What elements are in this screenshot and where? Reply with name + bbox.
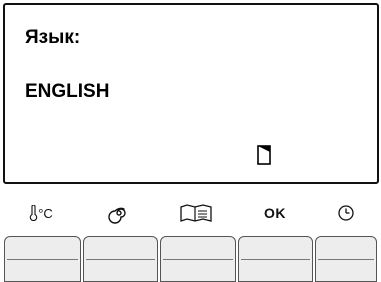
softkey-3-button[interactable] bbox=[160, 236, 236, 282]
scroll-position-icon bbox=[257, 145, 271, 165]
softkey-button-row bbox=[0, 236, 381, 282]
display-title: Язык: bbox=[25, 27, 81, 48]
ok-label: OK bbox=[264, 205, 286, 221]
book-menu-icon bbox=[176, 198, 216, 228]
heating-spiral-icon bbox=[99, 198, 139, 228]
softkey-5-button[interactable] bbox=[315, 236, 377, 282]
softkey-1-button[interactable] bbox=[4, 236, 81, 282]
clock-icon bbox=[326, 198, 366, 228]
celsius-label: °C bbox=[38, 205, 53, 221]
language-value: ENGLISH bbox=[25, 81, 110, 102]
ok-label-cell: OK bbox=[255, 198, 295, 228]
thermometer-celsius-icon: °C bbox=[21, 198, 61, 228]
lcd-display: Язык: ENGLISH bbox=[3, 3, 379, 184]
softkey-2-button[interactable] bbox=[83, 236, 158, 282]
ok-button[interactable] bbox=[238, 236, 313, 282]
softkey-icon-row: °C OK bbox=[0, 198, 381, 228]
